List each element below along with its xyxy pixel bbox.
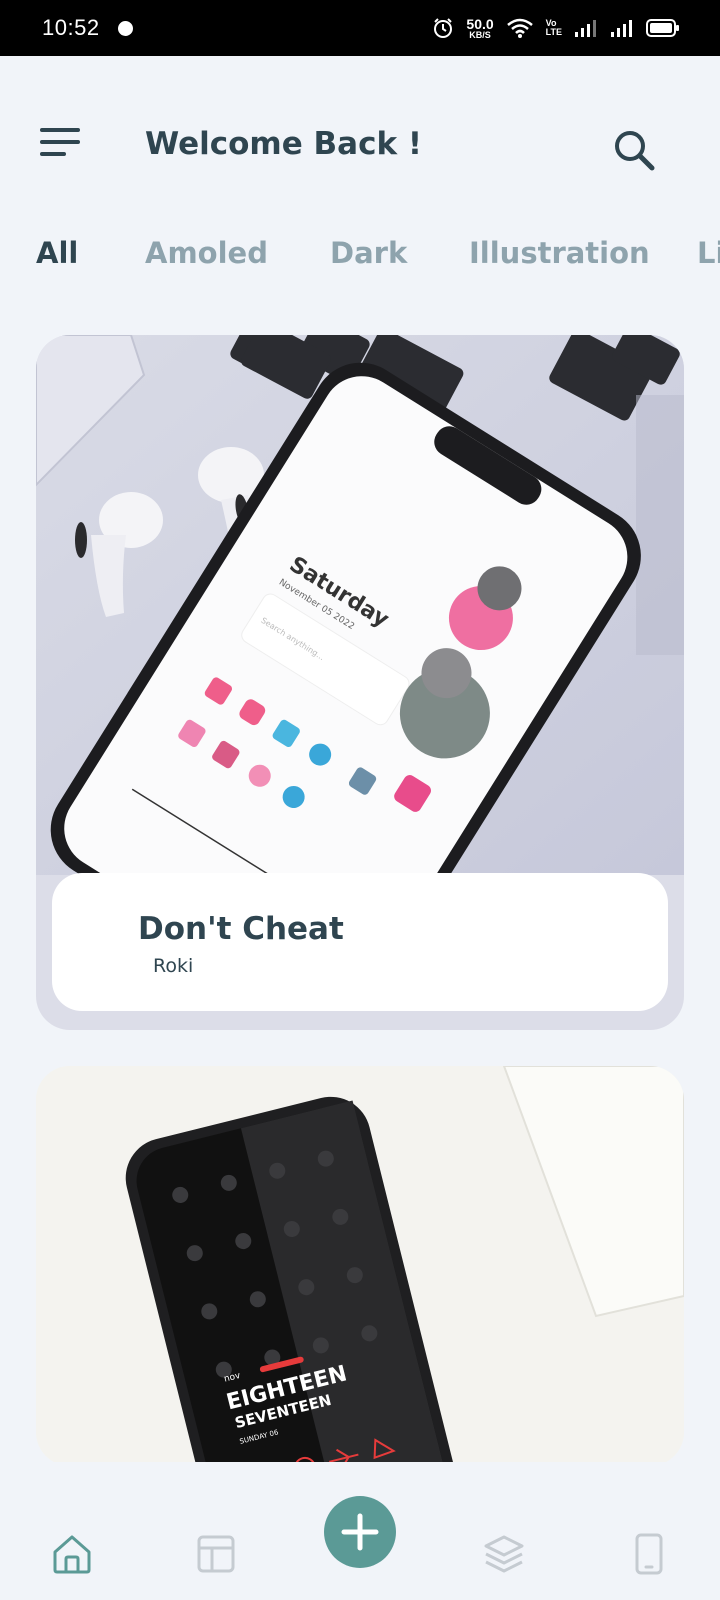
- wallpaper-card[interactable]: Saturday November 05 2022 Search anythin…: [36, 335, 684, 1030]
- net-speed-unit: KB/S: [469, 29, 491, 40]
- signal-icon: [575, 20, 596, 37]
- wallpaper-image: Saturday November 05 2022 Search anythin…: [36, 335, 684, 875]
- search-icon: [615, 131, 655, 171]
- card-author: Roki: [153, 955, 194, 977]
- notification-dot-icon: [117, 20, 133, 36]
- card-info-panel: Don't Cheat Roki: [52, 873, 668, 1011]
- status-bar: 10:52 50.0 KB/S Vo LTE: [0, 0, 720, 56]
- menu-button[interactable]: [40, 126, 82, 162]
- wallpaper-card[interactable]: nov EIGHTEEN SEVENTEEN SUNDAY 06: [36, 1066, 684, 1466]
- volte-bottom: LTE: [545, 27, 562, 37]
- phone-icon: [635, 1533, 663, 1575]
- tab-illustration[interactable]: Illustration: [469, 236, 650, 270]
- bottom-navigation: [0, 1462, 720, 1600]
- search-button[interactable]: [612, 128, 658, 174]
- header: Welcome Back !: [0, 110, 720, 180]
- menu-icon: [40, 128, 80, 156]
- layout-icon: [197, 1535, 235, 1573]
- signal-icon: [611, 20, 632, 37]
- nav-layers[interactable]: [482, 1532, 526, 1576]
- battery-icon: [646, 19, 679, 37]
- alarm-icon: [434, 18, 453, 38]
- tab-dark[interactable]: Dark: [330, 236, 407, 270]
- volte-indicator: Vo LTE: [546, 19, 562, 37]
- status-left: 10:52: [42, 15, 133, 41]
- tab-li[interactable]: Li: [697, 236, 720, 270]
- wallpaper-image: nov EIGHTEEN SEVENTEEN SUNDAY 06: [36, 1066, 684, 1466]
- card-title: Don't Cheat: [138, 911, 344, 947]
- add-button[interactable]: [324, 1496, 396, 1568]
- wifi-icon: [506, 18, 533, 38]
- net-speed-value: 50.0: [466, 15, 494, 32]
- nav-layout[interactable]: [194, 1532, 238, 1576]
- layers-icon: [484, 1535, 524, 1573]
- home-icon: [53, 1535, 91, 1574]
- page-title: Welcome Back !: [145, 126, 423, 162]
- status-time: 10:52: [42, 15, 100, 40]
- status-right: 50.0 KB/S Vo LTE: [432, 17, 680, 40]
- nav-phone[interactable]: [627, 1532, 671, 1576]
- tab-amoled[interactable]: Amoled: [145, 236, 268, 270]
- nav-home[interactable]: [50, 1532, 94, 1576]
- add-icon: [341, 1513, 379, 1551]
- net-speed: 50.0 KB/S: [466, 17, 493, 40]
- tab-all[interactable]: All: [36, 236, 78, 270]
- category-tabs: All Amoled Dark Illustration Li: [0, 230, 720, 280]
